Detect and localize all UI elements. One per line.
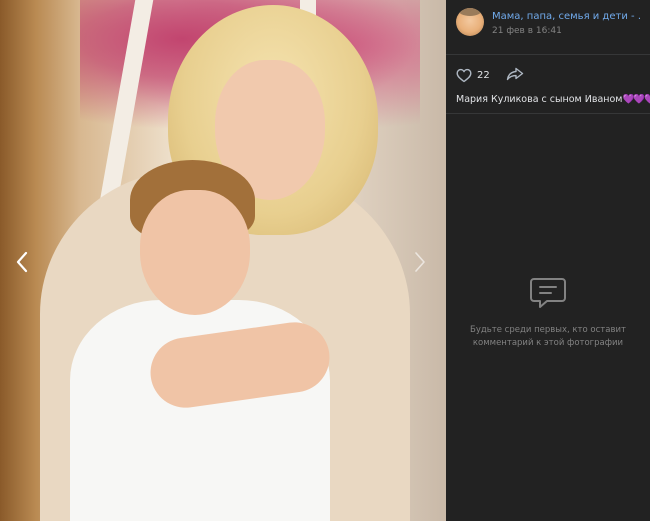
caption-divider xyxy=(446,113,650,114)
post-caption: Мария Куликова с сыном Иваном💜💜💜 xyxy=(446,85,650,107)
post-header-text: Мама, папа, семья и дети - моё сча... 21… xyxy=(492,8,642,37)
share-arrow-icon xyxy=(506,67,523,80)
share-button[interactable] xyxy=(506,66,524,85)
boy-face xyxy=(140,190,250,315)
group-avatar[interactable] xyxy=(456,8,484,36)
comment-bubble-icon xyxy=(530,278,566,308)
like-count: 22 xyxy=(477,69,490,81)
previous-photo-button[interactable] xyxy=(14,250,30,274)
post-actions: 22 xyxy=(446,55,650,85)
empty-comments-text: Будьте среди первых, кто оставит коммент… xyxy=(470,325,626,348)
heart-icon xyxy=(456,68,472,82)
chevron-left-icon xyxy=(16,251,28,273)
chevron-right-icon xyxy=(415,252,425,272)
post-sidebar: Мама, папа, семья и дети - моё сча... 21… xyxy=(446,0,650,521)
group-name-link[interactable]: Мама, папа, семья и дети - моё сча... xyxy=(492,10,642,23)
caption-emoji: 💜💜💜 xyxy=(622,94,650,105)
caption-text: Мария Куликова с сыном Иваном xyxy=(456,94,623,105)
like-button[interactable]: 22 xyxy=(456,68,490,83)
photo-viewer: Мама, папа, семья и дети - моё сча... 21… xyxy=(0,0,650,521)
post-date[interactable]: 21 фев в 16:41 xyxy=(492,25,642,37)
empty-comments: Будьте среди первых, кто оставит коммент… xyxy=(446,276,650,350)
post-header: Мама, папа, семья и дети - моё сча... 21… xyxy=(446,0,650,44)
post-photo[interactable] xyxy=(0,0,446,521)
next-photo-button[interactable] xyxy=(412,250,428,274)
